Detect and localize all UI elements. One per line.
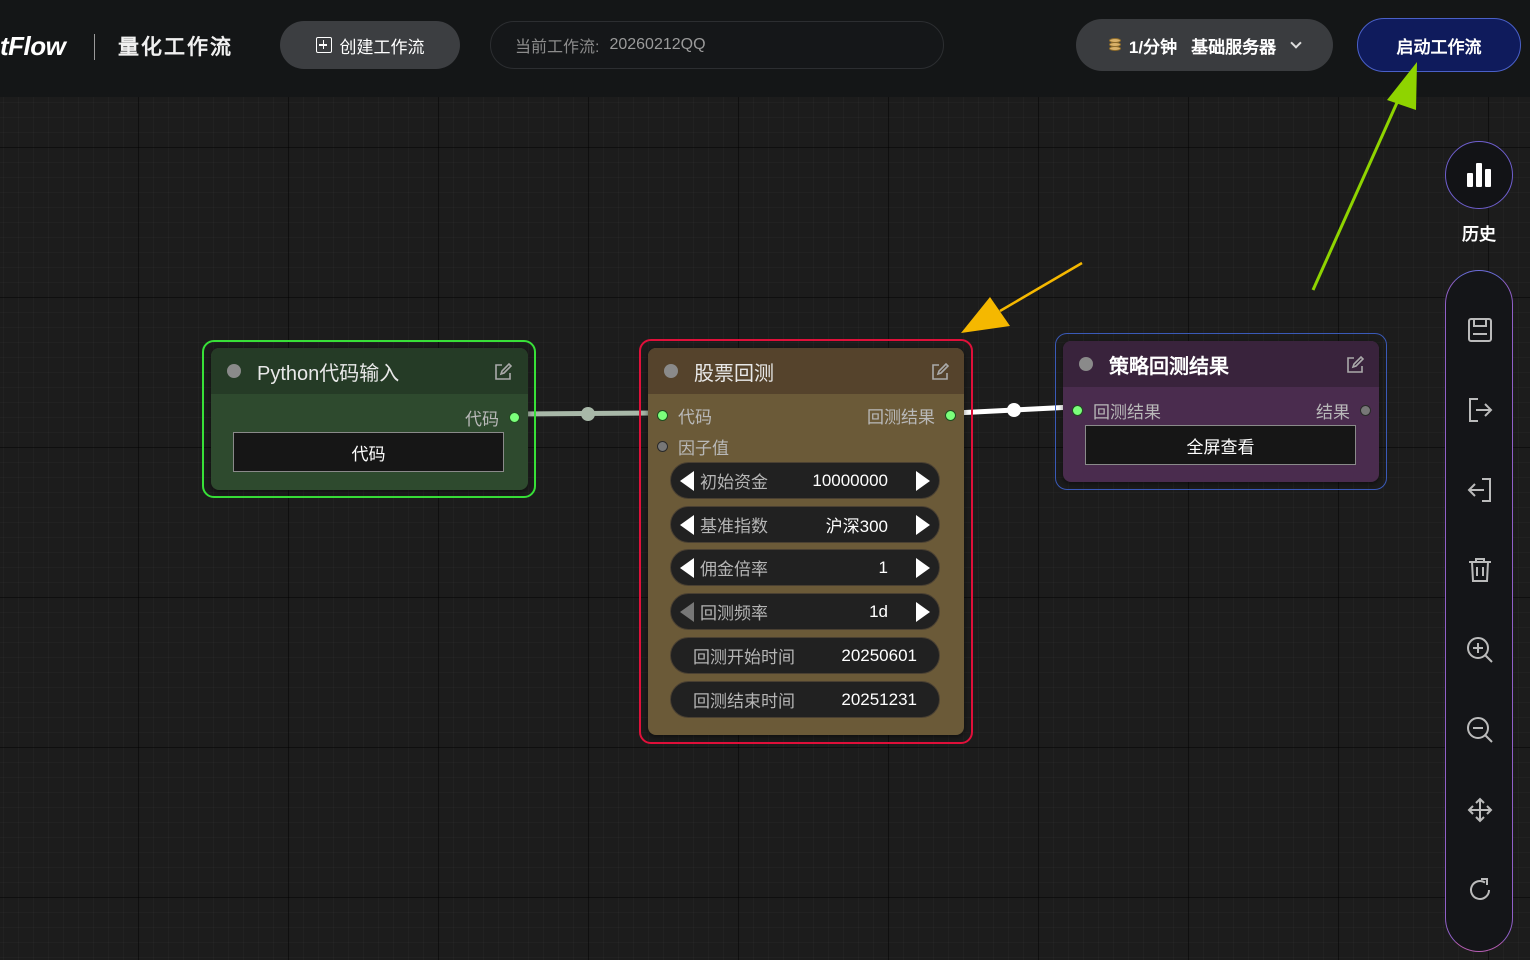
- trash-icon[interactable]: [1465, 555, 1495, 585]
- yellow-arrow-head: [961, 297, 1010, 333]
- python-input-title: Python代码输入: [257, 362, 400, 385]
- current-workflow-field[interactable]: 当前工作流: 20260212QQ: [490, 21, 944, 69]
- server-select-dropdown[interactable]: 1/分钟 基础服务器: [1076, 19, 1333, 71]
- start-workflow-button[interactable]: 启动工作流: [1357, 18, 1521, 72]
- decrement-arrow-icon[interactable]: [680, 557, 694, 578]
- top-bar: tFlow 量化工作流 创建工作流 当前工作流: 20260212QQ 1/分钟…: [0, 0, 1530, 97]
- initial-capital-widget[interactable]: 初始资金 10000000: [670, 462, 940, 499]
- input-slot-dot[interactable]: [1072, 405, 1083, 416]
- increment-arrow-icon[interactable]: [916, 601, 930, 622]
- python-input-node[interactable]: Python代码输入 代码 代码: [211, 348, 528, 490]
- commission-rate-widget[interactable]: 佣金倍率 1: [670, 549, 940, 586]
- bar-chart-icon-bar: [1476, 163, 1482, 187]
- backtest-output-label: 回测结果: [867, 408, 935, 427]
- coin-stack-icon: [1108, 38, 1121, 52]
- widget-label: 回测结束时间: [693, 692, 795, 711]
- widget-label: 佣金倍率: [700, 560, 768, 579]
- link-code: [517, 410, 659, 417]
- export-icon[interactable]: [1465, 395, 1495, 425]
- backtest-end-date-widget[interactable]: 回测结束时间 20251231: [670, 681, 940, 718]
- decrement-arrow-icon[interactable]: [680, 514, 694, 535]
- server-tier: 基础服务器: [1191, 37, 1277, 57]
- result-input-label: 回测结果: [1093, 403, 1161, 422]
- input-slot-dot[interactable]: [657, 410, 668, 421]
- widget-label: 基准指数: [700, 517, 768, 536]
- bar-chart-icon: [1467, 173, 1473, 187]
- widget-value: 1: [878, 557, 888, 577]
- link-code-midpoint: [581, 407, 595, 421]
- history-button[interactable]: [1445, 141, 1513, 209]
- backtest-input-code-label: 代码: [678, 408, 712, 427]
- app-title: 量化工作流: [118, 36, 233, 59]
- output-slot-dot[interactable]: [1360, 405, 1371, 416]
- create-workflow-label: 创建工作流: [339, 37, 425, 57]
- result-node[interactable]: 策略回测结果 回测结果 结果 全屏查看: [1063, 341, 1379, 482]
- code-button[interactable]: 代码: [233, 432, 504, 472]
- widget-label: 回测开始时间: [693, 648, 795, 667]
- widget-value: 沪深300: [825, 517, 888, 536]
- result-output-label: 结果: [1316, 403, 1350, 422]
- result-header[interactable]: 策略回测结果: [1063, 341, 1379, 387]
- zoom-in-icon[interactable]: [1465, 635, 1495, 665]
- yellow-arrow-shaft: [999, 261, 1083, 313]
- backtest-output-slot: 回测结果: [867, 403, 956, 428]
- input-slot-dot[interactable]: [657, 441, 668, 452]
- widget-value: 20250601: [841, 645, 917, 665]
- result-title: 策略回测结果: [1109, 355, 1229, 378]
- backtest-frequency-widget[interactable]: 回测频率 1d: [670, 593, 940, 630]
- logo-divider: [94, 34, 95, 60]
- edit-icon[interactable]: [1345, 355, 1365, 375]
- result-input-slot: 回测结果: [1072, 398, 1161, 423]
- benchmark-index-widget[interactable]: 基准指数 沪深300: [670, 506, 940, 543]
- canvas-toolbar: [1445, 270, 1513, 952]
- python-output-slot: 代码: [465, 405, 520, 430]
- edit-icon[interactable]: [493, 362, 513, 382]
- current-workflow-label: 当前工作流:: [515, 39, 600, 56]
- zoom-out-icon[interactable]: [1465, 715, 1495, 745]
- decrement-arrow-icon[interactable]: [680, 601, 694, 622]
- widget-label: 初始资金: [700, 473, 768, 492]
- python-input-header[interactable]: Python代码输入: [211, 348, 528, 394]
- create-workflow-button[interactable]: 创建工作流: [280, 21, 460, 69]
- node-status-dot: [1079, 357, 1093, 371]
- python-output-label: 代码: [465, 410, 499, 429]
- output-slot-dot[interactable]: [509, 412, 520, 423]
- bar-chart-icon-bar: [1485, 169, 1491, 187]
- output-slot-dot[interactable]: [945, 410, 956, 421]
- server-rate: 1/分钟: [1128, 37, 1178, 57]
- save-icon[interactable]: [1465, 315, 1495, 345]
- increment-arrow-icon[interactable]: [916, 470, 930, 491]
- result-output-slot: 结果: [1316, 398, 1371, 423]
- link-result-midpoint: [1007, 403, 1021, 417]
- backtest-input-code: 代码: [657, 403, 712, 428]
- refresh-icon[interactable]: [1465, 875, 1495, 905]
- green-arrow-shaft: [1311, 95, 1402, 291]
- history-label: 历史: [1462, 225, 1496, 244]
- edit-icon[interactable]: [930, 362, 950, 382]
- widget-value: 10000000: [812, 470, 888, 490]
- increment-arrow-icon[interactable]: [916, 557, 930, 578]
- widget-value: 1d: [869, 601, 888, 621]
- fullscreen-view-button[interactable]: 全屏查看: [1085, 425, 1356, 465]
- app-logo: tFlow: [0, 31, 66, 61]
- node-status-dot: [664, 364, 678, 378]
- backtest-header[interactable]: 股票回测: [648, 348, 964, 394]
- widget-label: 回测频率: [700, 604, 768, 623]
- decrement-arrow-icon[interactable]: [680, 470, 694, 491]
- current-workflow-name: 20260212QQ: [609, 36, 706, 53]
- backtest-node[interactable]: 股票回测 代码 因子值 回测结果 初始资金 10000000 基准指数 沪深30…: [648, 348, 964, 735]
- backtest-input-factor-label: 因子值: [678, 439, 729, 458]
- widget-value: 20251231: [841, 689, 917, 709]
- backtest-start-date-widget[interactable]: 回测开始时间 20250601: [670, 637, 940, 674]
- backtest-input-factor: 因子值: [657, 434, 729, 459]
- chevron-down-icon: [1290, 36, 1302, 49]
- import-icon[interactable]: [1465, 475, 1495, 505]
- backtest-title: 股票回测: [694, 362, 774, 385]
- node-status-dot: [227, 364, 241, 378]
- move-icon[interactable]: [1465, 795, 1495, 825]
- increment-arrow-icon[interactable]: [916, 514, 930, 535]
- add-box-icon: [315, 37, 332, 53]
